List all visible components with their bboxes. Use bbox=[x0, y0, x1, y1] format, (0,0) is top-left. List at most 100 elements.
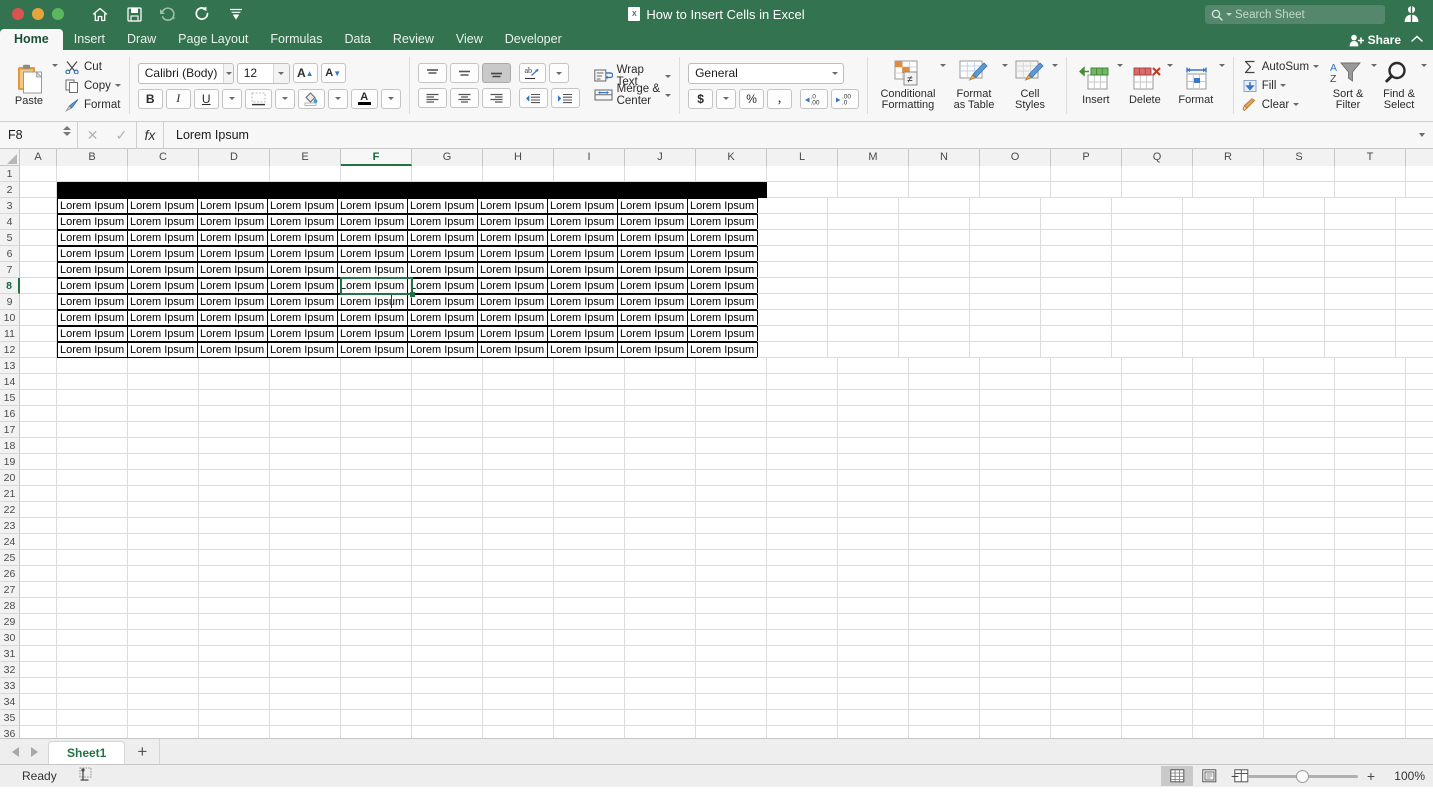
cell-M36[interactable] bbox=[838, 726, 909, 738]
cell-M8[interactable] bbox=[828, 278, 899, 294]
cell-R6[interactable] bbox=[1183, 246, 1254, 262]
tab-developer[interactable]: Developer bbox=[494, 29, 573, 50]
cell-F33[interactable] bbox=[341, 678, 412, 694]
cell-Q28[interactable] bbox=[1122, 598, 1193, 614]
cell-A1[interactable] bbox=[20, 166, 57, 182]
cell-G31[interactable] bbox=[412, 646, 483, 662]
cell-E1[interactable] bbox=[270, 166, 341, 182]
cell-E5[interactable]: Lorem Ipsum bbox=[267, 230, 338, 246]
cell-F3[interactable]: Lorem Ipsum bbox=[337, 198, 408, 214]
name-box-spinner[interactable] bbox=[63, 125, 71, 136]
column-header-u[interactable]: U bbox=[1406, 149, 1433, 166]
cell-I3[interactable]: Lorem Ipsum bbox=[547, 198, 618, 214]
cell-Q36[interactable] bbox=[1122, 726, 1193, 738]
cell-C6[interactable]: Lorem Ipsum bbox=[127, 246, 198, 262]
cell-N26[interactable] bbox=[909, 566, 980, 582]
cell-D33[interactable] bbox=[199, 678, 270, 694]
cell-O9[interactable] bbox=[970, 294, 1041, 310]
column-header-d[interactable]: D bbox=[199, 149, 270, 166]
cell-Q35[interactable] bbox=[1122, 710, 1193, 726]
cell-O17[interactable] bbox=[980, 422, 1051, 438]
cell-M35[interactable] bbox=[838, 710, 909, 726]
cell-G11[interactable]: Lorem Ipsum bbox=[407, 326, 478, 342]
cell-D35[interactable] bbox=[199, 710, 270, 726]
cell-R29[interactable] bbox=[1193, 614, 1264, 630]
cell-P28[interactable] bbox=[1051, 598, 1122, 614]
cell-Q24[interactable] bbox=[1122, 534, 1193, 550]
cell-A22[interactable] bbox=[20, 502, 57, 518]
cell-E3[interactable]: Lorem Ipsum bbox=[267, 198, 338, 214]
cell-B25[interactable] bbox=[57, 550, 128, 566]
cell-C4[interactable]: Lorem Ipsum bbox=[127, 214, 198, 230]
cell-R3[interactable] bbox=[1183, 198, 1254, 214]
cell-M24[interactable] bbox=[838, 534, 909, 550]
cell-U5[interactable] bbox=[1396, 230, 1433, 246]
cell-H27[interactable] bbox=[483, 582, 554, 598]
search-input[interactable]: Search Sheet bbox=[1235, 9, 1305, 21]
cell-G4[interactable]: Lorem Ipsum bbox=[407, 214, 478, 230]
cell-C27[interactable] bbox=[128, 582, 199, 598]
row-header-2[interactable]: 2 bbox=[0, 182, 19, 198]
cell-B5[interactable]: Lorem Ipsum bbox=[57, 230, 128, 246]
find-select-button[interactable]: Find & Select bbox=[1377, 58, 1421, 113]
font-size-select[interactable]: 12 bbox=[236, 62, 290, 84]
cell-O3[interactable] bbox=[970, 198, 1041, 214]
cell-R20[interactable] bbox=[1193, 470, 1264, 486]
column-header-a[interactable]: A bbox=[20, 149, 57, 166]
cell-J11[interactable]: Lorem Ipsum bbox=[617, 326, 688, 342]
cell-H5[interactable]: Lorem Ipsum bbox=[477, 230, 548, 246]
cell-T12[interactable] bbox=[1325, 342, 1396, 358]
cell-R21[interactable] bbox=[1193, 486, 1264, 502]
cell-U12[interactable] bbox=[1396, 342, 1433, 358]
cell-K20[interactable] bbox=[696, 470, 767, 486]
cell-U27[interactable] bbox=[1406, 582, 1433, 598]
cell-R8[interactable] bbox=[1183, 278, 1254, 294]
cell-H6[interactable]: Lorem Ipsum bbox=[477, 246, 548, 262]
cell-H11[interactable]: Lorem Ipsum bbox=[477, 326, 548, 342]
collapse-ribbon-icon[interactable] bbox=[1411, 34, 1423, 46]
cell-T28[interactable] bbox=[1335, 598, 1406, 614]
format-cells-button[interactable]: Format bbox=[1173, 64, 1219, 108]
delete-cells-button[interactable]: Delete bbox=[1123, 64, 1167, 108]
row-header-19[interactable]: 19 bbox=[0, 454, 19, 470]
column-header-n[interactable]: N bbox=[909, 149, 980, 166]
cell-C24[interactable] bbox=[128, 534, 199, 550]
redo-icon[interactable] bbox=[192, 4, 212, 24]
cell-B33[interactable] bbox=[57, 678, 128, 694]
cell-F27[interactable] bbox=[341, 582, 412, 598]
cell-T32[interactable] bbox=[1335, 662, 1406, 678]
cell-Q16[interactable] bbox=[1122, 406, 1193, 422]
cell-L12[interactable] bbox=[757, 342, 828, 358]
cell-G25[interactable] bbox=[412, 550, 483, 566]
cell-U32[interactable] bbox=[1406, 662, 1433, 678]
cell-F17[interactable] bbox=[341, 422, 412, 438]
column-header-j[interactable]: J bbox=[625, 149, 696, 166]
cell-U36[interactable] bbox=[1406, 726, 1433, 738]
cell-E31[interactable] bbox=[270, 646, 341, 662]
cell-T3[interactable] bbox=[1325, 198, 1396, 214]
cell-G36[interactable] bbox=[412, 726, 483, 738]
row-header-17[interactable]: 17 bbox=[0, 422, 19, 438]
cell-N12[interactable] bbox=[899, 342, 970, 358]
cell-M20[interactable] bbox=[838, 470, 909, 486]
cell-O10[interactable] bbox=[970, 310, 1041, 326]
cell-A21[interactable] bbox=[20, 486, 57, 502]
cell-T29[interactable] bbox=[1335, 614, 1406, 630]
cell-Q23[interactable] bbox=[1122, 518, 1193, 534]
cell-B18[interactable] bbox=[57, 438, 128, 454]
cell-J12[interactable]: Lorem Ipsum bbox=[617, 342, 688, 358]
cell-U21[interactable] bbox=[1406, 486, 1433, 502]
cell-S17[interactable] bbox=[1264, 422, 1335, 438]
cell-R15[interactable] bbox=[1193, 390, 1264, 406]
cell-R9[interactable] bbox=[1183, 294, 1254, 310]
cell-A5[interactable] bbox=[20, 230, 57, 246]
cell-U14[interactable] bbox=[1406, 374, 1433, 390]
cell-Q20[interactable] bbox=[1122, 470, 1193, 486]
cell-L35[interactable] bbox=[767, 710, 838, 726]
cell-O1[interactable] bbox=[980, 166, 1051, 182]
cell-N28[interactable] bbox=[909, 598, 980, 614]
row-header-8[interactable]: 8 bbox=[0, 278, 20, 294]
cell-K35[interactable] bbox=[696, 710, 767, 726]
cell-E10[interactable]: Lorem Ipsum bbox=[267, 310, 338, 326]
cell-N35[interactable] bbox=[909, 710, 980, 726]
